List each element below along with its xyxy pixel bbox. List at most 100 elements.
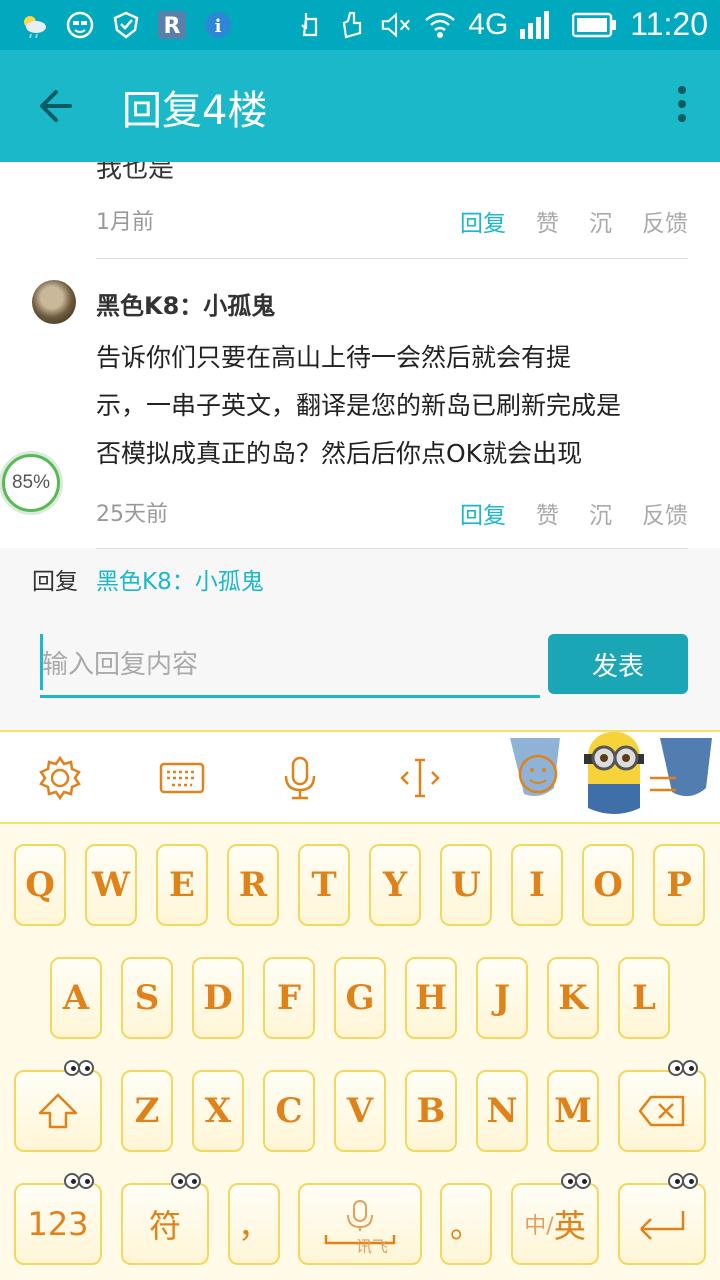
wifi-icon	[424, 9, 456, 41]
period-key[interactable]: 。	[440, 1183, 492, 1265]
key-b[interactable]: B	[405, 1070, 457, 1152]
face-icon	[64, 9, 96, 41]
feedback-link[interactable]: 反馈	[642, 496, 688, 530]
key-q[interactable]: Q	[14, 844, 66, 926]
signal-icon	[520, 9, 560, 41]
key-t[interactable]: T	[298, 844, 350, 926]
hand-icon	[336, 9, 368, 41]
key-u[interactable]: U	[440, 844, 492, 926]
key-v[interactable]: V	[334, 1070, 386, 1152]
comment-time: 1月前	[96, 210, 154, 235]
like-link[interactable]: 赞	[536, 204, 559, 238]
shift-key[interactable]	[14, 1060, 102, 1152]
divider	[96, 258, 688, 259]
reply-label: 回复	[32, 569, 78, 595]
r-app-icon: R	[156, 9, 188, 41]
symbols-key[interactable]: 符	[121, 1173, 209, 1265]
key-l[interactable]: L	[618, 957, 670, 1039]
key-n[interactable]: N	[476, 1070, 528, 1152]
key-z[interactable]: Z	[121, 1070, 173, 1152]
language-cn-label: 中/	[524, 1214, 554, 1239]
key-y[interactable]: Y	[369, 844, 421, 926]
language-en-label: 英	[553, 1207, 586, 1245]
backspace-key[interactable]	[618, 1060, 706, 1152]
key-s[interactable]: S	[121, 957, 173, 1039]
key-a[interactable]: A	[50, 957, 102, 1039]
microphone-icon[interactable]	[276, 754, 324, 802]
key-m[interactable]: M	[547, 1070, 599, 1152]
key-k[interactable]: K	[547, 957, 599, 1039]
network-type: 4G	[468, 7, 509, 41]
key-r[interactable]: R	[227, 844, 279, 926]
comment-body: 告诉你们只要在高山上待一会然后就会有提 示，一串子英文，翻译是您的新岛已刷新完成…	[96, 334, 696, 478]
clock: 11:20	[630, 6, 708, 42]
minion-eyes-icon	[64, 1173, 94, 1191]
minion-theme-decoration	[500, 728, 720, 824]
key-p[interactable]: P	[653, 844, 705, 926]
key-d[interactable]: D	[192, 957, 244, 1039]
key-c[interactable]: C	[263, 1070, 315, 1152]
floating-memory-badge[interactable]: 85%	[2, 454, 60, 512]
page-title: 回复4楼	[122, 88, 268, 134]
reply-input[interactable]	[40, 634, 540, 698]
sink-link[interactable]: 沉	[589, 496, 612, 530]
numbers-key-label: 123	[27, 1205, 89, 1243]
keyboard-toolbar	[0, 730, 720, 824]
battery-icon	[572, 9, 618, 41]
soft-keyboard: Q W E R T Y U I O P A S D F G H J K L Z …	[0, 824, 720, 1280]
keyboard-icon[interactable]	[158, 754, 206, 802]
send-button[interactable]: 发表	[548, 634, 688, 694]
minion-eyes-icon	[64, 1060, 94, 1078]
sink-link[interactable]: 沉	[589, 204, 612, 238]
key-e[interactable]: E	[156, 844, 208, 926]
back-arrow-icon[interactable]	[34, 80, 82, 132]
thread-content: 我也是 1月前 回复 赞 沉 反馈 黑色K8：小孤鬼 告诉你们只要在高山上待一会…	[0, 162, 720, 548]
touch-icon	[292, 9, 324, 41]
weather-icon	[18, 9, 50, 41]
key-w[interactable]: W	[85, 844, 137, 926]
status-bar: R i 4G 11:20	[0, 0, 720, 50]
key-o[interactable]: O	[582, 844, 634, 926]
comment-author[interactable]: 黑色K8：小孤鬼	[96, 286, 275, 321]
key-i[interactable]: I	[511, 844, 563, 926]
reply-panel: 回复 黑色K8：小孤鬼 发表	[0, 548, 720, 730]
enter-key[interactable]	[618, 1173, 706, 1265]
reply-target: 黑色K8：小孤鬼	[96, 569, 264, 595]
app-bar: 回复4楼	[0, 50, 720, 162]
settings-gear-icon[interactable]	[36, 754, 84, 802]
like-link[interactable]: 赞	[536, 496, 559, 530]
key-g[interactable]: G	[334, 957, 386, 1039]
reply-link[interactable]: 回复	[460, 496, 506, 530]
key-x[interactable]: X	[192, 1070, 244, 1152]
info-icon: i	[202, 9, 234, 41]
text-caret	[40, 634, 43, 690]
key-j[interactable]: J	[476, 957, 528, 1039]
partial-comment-text: 我也是	[96, 162, 175, 184]
comment-line: 示，一串子英文，翻译是您的新岛已刷新完成是	[96, 391, 622, 420]
space-key-sub-label: 讯飞	[355, 1237, 388, 1256]
cursor-move-icon[interactable]	[396, 754, 444, 802]
space-key[interactable]: 讯飞	[298, 1183, 422, 1265]
mute-icon	[380, 9, 412, 41]
minion-eyes-icon	[668, 1060, 698, 1078]
more-menu-icon[interactable]	[674, 86, 690, 126]
symbols-key-label: 符	[148, 1207, 181, 1245]
comment-actions: 回复 赞 沉 反馈	[460, 496, 688, 530]
minion-eyes-icon	[561, 1173, 591, 1191]
comma-key[interactable]: ，	[228, 1183, 280, 1265]
shield-icon	[110, 9, 142, 41]
svg-text:R: R	[164, 14, 181, 39]
numbers-key[interactable]: 123	[14, 1173, 102, 1265]
divider	[96, 548, 688, 549]
comment-line: 否模拟成真正的岛？然后后你点OK就会出现	[96, 439, 583, 468]
avatar[interactable]	[32, 280, 76, 324]
minion-eyes-icon	[171, 1173, 201, 1191]
language-switch-key[interactable]: 中/英	[511, 1173, 599, 1265]
svg-text:i: i	[215, 16, 222, 37]
feedback-link[interactable]: 反馈	[642, 204, 688, 238]
minion-eyes-icon	[668, 1173, 698, 1191]
comment-actions: 回复 赞 沉 反馈	[460, 204, 688, 238]
key-h[interactable]: H	[405, 957, 457, 1039]
reply-link[interactable]: 回复	[460, 204, 506, 238]
key-f[interactable]: F	[263, 957, 315, 1039]
